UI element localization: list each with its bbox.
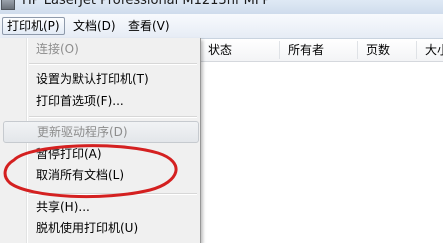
menu-item-share[interactable]: 共享(H)... <box>0 196 200 218</box>
menu-item-label: 共享(H)... <box>36 200 90 214</box>
window-title: HP LaserJet Professional M1213nf MFP <box>22 0 271 8</box>
column-size[interactable]: 大小 <box>417 39 443 61</box>
menu-item-preferences[interactable]: 打印首选项(F)... <box>0 90 200 112</box>
column-owner[interactable]: 所有者 <box>280 39 324 61</box>
menu-item-label: 暂停打印(A) <box>36 147 102 161</box>
menu-item-label: 更新驱动程序(D) <box>37 125 128 139</box>
menu-view[interactable]: 查看(V) <box>124 17 174 35</box>
menu-printer[interactable]: 打印机(P) <box>2 17 65 35</box>
menu-document[interactable]: 文档(D) <box>69 17 120 35</box>
menu-item-pause-printing[interactable]: 暂停打印(A) <box>0 143 200 165</box>
menu-separator <box>29 116 197 118</box>
menu-item-set-default[interactable]: 设置为默认打印机(T) <box>0 68 200 90</box>
title-bar: HP LaserJet Professional M1213nf MFP <box>0 0 443 14</box>
document-list-header: 状态 所有者 页数 大小 <box>200 39 443 62</box>
menu-separator <box>29 193 197 195</box>
menu-bar: 打印机(P) 文档(D) 查看(V) <box>0 14 443 39</box>
printer-icon <box>1 0 15 10</box>
menu-item-label: 打印首选项(F)... <box>36 94 124 108</box>
menu-item-connect: 连接(O) <box>0 38 200 60</box>
menu-separator <box>29 63 197 65</box>
menu-item-update-driver: 更新驱动程序(D) <box>3 121 199 143</box>
column-status[interactable]: 状态 <box>200 39 232 61</box>
menu-item-cancel-all-documents[interactable]: 取消所有文档(L) <box>0 164 200 186</box>
menu-item-label: 取消所有文档(L) <box>36 168 125 182</box>
column-pages[interactable]: 页数 <box>358 39 390 61</box>
menu-item-label: 连接(O) <box>36 42 79 56</box>
menu-item-label: 脱机使用打印机(U) <box>36 221 139 235</box>
printer-dropdown-menu: 连接(O) 设置为默认打印机(T) 打印首选项(F)... 更新驱动程序(D) … <box>0 38 201 243</box>
menu-item-label: 设置为默认打印机(T) <box>36 72 149 86</box>
menu-item-use-offline[interactable]: 脱机使用打印机(U) <box>0 217 200 239</box>
